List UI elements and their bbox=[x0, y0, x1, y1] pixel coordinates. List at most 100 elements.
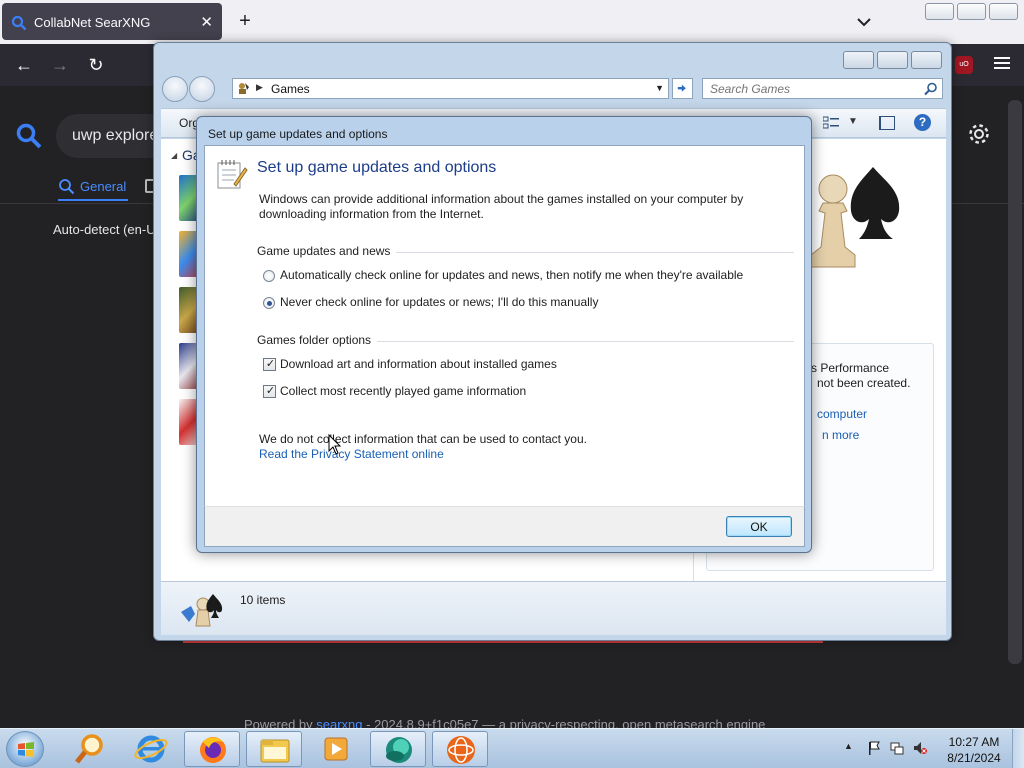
back-button[interactable] bbox=[162, 76, 188, 102]
back-button[interactable]: ← bbox=[12, 54, 36, 76]
maximize-button[interactable] bbox=[877, 51, 908, 69]
search-icon[interactable] bbox=[924, 82, 938, 96]
notepad-icon bbox=[217, 160, 248, 189]
search-icon[interactable] bbox=[15, 122, 43, 150]
show-desktop-button[interactable] bbox=[1012, 729, 1024, 768]
media-player-icon bbox=[324, 737, 348, 761]
tab-general[interactable]: General bbox=[58, 178, 126, 195]
dialog-intro: Windows can provide additional informati… bbox=[259, 192, 744, 221]
maximize-button[interactable] bbox=[957, 3, 986, 20]
tray-expand-icon[interactable]: ▲ bbox=[844, 741, 858, 755]
ublock-icon[interactable]: uO bbox=[955, 56, 973, 74]
minimize-button[interactable] bbox=[843, 51, 874, 69]
tab-close-icon[interactable]: ✕ bbox=[200, 13, 213, 31]
taskbar-network-app[interactable] bbox=[370, 731, 426, 767]
language-selector[interactable]: Auto-detect (en-U bbox=[53, 222, 156, 237]
chevron-down-icon[interactable]: ▼ bbox=[655, 83, 664, 93]
forward-button[interactable] bbox=[189, 76, 215, 102]
new-tab-button[interactable]: + bbox=[234, 10, 256, 32]
checkbox-download-art[interactable] bbox=[263, 357, 277, 371]
preview-pane-icon[interactable] bbox=[879, 116, 895, 130]
checkbox-collect-recent-label[interactable]: Collect most recently played game inform… bbox=[280, 384, 526, 398]
close-window-button[interactable] bbox=[911, 51, 942, 69]
perf-link[interactable]: computer bbox=[817, 407, 867, 421]
start-button[interactable] bbox=[6, 731, 44, 767]
search-icon bbox=[75, 734, 103, 764]
minimize-button[interactable] bbox=[925, 3, 954, 20]
chess-icon bbox=[810, 167, 900, 268]
gear-icon[interactable] bbox=[967, 122, 991, 146]
privacy-statement-link[interactable]: Read the Privacy Statement online bbox=[259, 447, 444, 461]
dialog-title: Set up game updates and options bbox=[208, 127, 388, 141]
games-folder-icon bbox=[239, 83, 249, 94]
item-count: 10 items bbox=[240, 593, 286, 607]
taskbar-explorer-app[interactable] bbox=[246, 731, 302, 767]
breadcrumb-arrow-icon: ▶ bbox=[256, 82, 263, 92]
dialog-body: Set up game updates and options Windows … bbox=[204, 145, 805, 506]
speaker-muted-icon[interactable] bbox=[913, 741, 927, 755]
chevron-down-icon[interactable]: ▼ bbox=[848, 116, 858, 127]
perf-text: s Performance bbox=[811, 361, 890, 375]
taskbar-media-app[interactable] bbox=[308, 731, 364, 767]
explorer-search-box[interactable] bbox=[702, 78, 943, 99]
search-input[interactable]: uwp explore bbox=[56, 114, 166, 158]
radio-auto-check[interactable] bbox=[263, 270, 275, 282]
breadcrumb: Games bbox=[271, 82, 310, 96]
tree-expand-icon[interactable]: ◢ bbox=[171, 151, 177, 160]
close-window-button[interactable] bbox=[989, 3, 1018, 20]
refresh-button[interactable] bbox=[672, 78, 693, 99]
taskbar-search-app[interactable] bbox=[62, 731, 118, 767]
result-border bbox=[183, 641, 823, 643]
tab-general-label: General bbox=[80, 179, 127, 194]
tab-title: CollabNet SearXNG bbox=[34, 15, 151, 30]
firefox-icon bbox=[200, 737, 226, 763]
active-tab-underline bbox=[58, 199, 128, 201]
reload-button[interactable]: ↻ bbox=[84, 54, 108, 76]
explorer-status-bar: 10 items bbox=[161, 581, 946, 635]
perf-link[interactable]: n more bbox=[822, 428, 859, 442]
system-tray: ▲ bbox=[844, 741, 927, 755]
network-status-icon[interactable] bbox=[890, 741, 904, 755]
search-games-input[interactable] bbox=[703, 79, 913, 98]
chevron-down-icon[interactable] bbox=[854, 12, 874, 32]
ok-button[interactable]: OK bbox=[726, 516, 792, 537]
privacy-note: We do not collect information that can b… bbox=[259, 432, 587, 446]
ie-icon bbox=[134, 735, 168, 763]
perf-text: not been created. bbox=[817, 376, 911, 390]
checkbox-download-art-label[interactable]: Download art and information about insta… bbox=[280, 357, 557, 371]
browser-window-controls bbox=[925, 3, 1018, 20]
game-updates-dialog: Set up game updates and options Set up g… bbox=[196, 116, 812, 553]
radio-never-check[interactable] bbox=[263, 297, 275, 309]
windows-start-icon bbox=[18, 742, 34, 757]
radio-auto-check-label[interactable]: Automatically check online for updates a… bbox=[280, 268, 743, 282]
games-folder-icon bbox=[181, 594, 223, 627]
taskbar-firefox-app[interactable] bbox=[184, 731, 240, 767]
taskbar-vlc-app[interactable] bbox=[432, 731, 488, 767]
page-scrollbar[interactable] bbox=[1008, 100, 1022, 664]
help-icon[interactable]: ? bbox=[914, 114, 931, 131]
search-icon bbox=[59, 179, 75, 195]
dialog-heading: Set up game updates and options bbox=[257, 159, 497, 176]
radio-never-check-label[interactable]: Never check online for updates or news; … bbox=[280, 295, 598, 309]
menu-icon[interactable] bbox=[994, 56, 1010, 70]
browser-tab-bar: CollabNet SearXNG ✕ + bbox=[0, 0, 1024, 44]
refresh-icon bbox=[677, 84, 686, 92]
system-clock[interactable]: 10:27 AM 8/21/2024 bbox=[946, 734, 1002, 766]
app-icon bbox=[447, 736, 475, 764]
forward-button[interactable]: → bbox=[48, 54, 72, 76]
browser-tab[interactable]: CollabNet SearXNG ✕ bbox=[2, 3, 222, 40]
views-icon[interactable] bbox=[823, 116, 839, 130]
address-bar[interactable]: ▶ Games ▼ bbox=[232, 78, 669, 99]
explorer-nav-buttons bbox=[162, 76, 216, 102]
group-label-folder: Games folder options bbox=[257, 333, 378, 347]
clock-time: 10:27 AM bbox=[948, 735, 1000, 749]
taskbar-ie-app[interactable] bbox=[122, 731, 178, 767]
dialog-footer: OK bbox=[204, 506, 805, 547]
explorer-icon bbox=[260, 739, 290, 763]
checkbox-collect-recent[interactable] bbox=[263, 384, 277, 398]
explorer-window-controls bbox=[843, 51, 942, 69]
searxng-icon bbox=[11, 15, 27, 31]
mouse-cursor-icon bbox=[328, 434, 342, 455]
flag-icon[interactable] bbox=[867, 741, 881, 755]
windows-taskbar: ▲ 10:27 AM 8/21/2024 bbox=[0, 728, 1024, 768]
